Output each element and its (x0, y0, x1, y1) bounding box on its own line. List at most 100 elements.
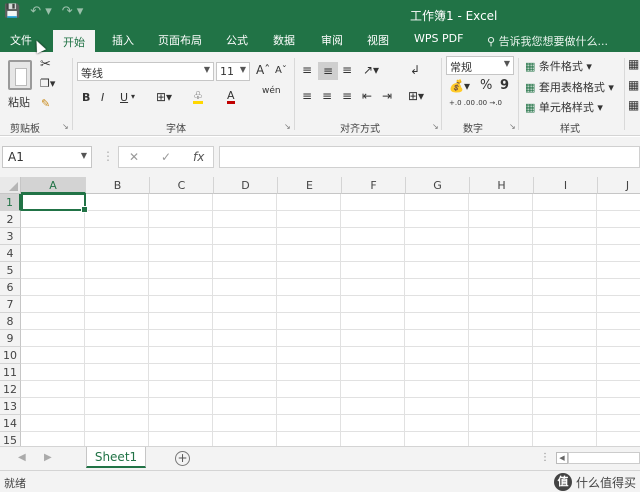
tab-view[interactable]: 视图 (367, 32, 389, 52)
add-sheet-button[interactable]: + (175, 451, 190, 466)
cut-icon[interactable]: ✂ (40, 58, 51, 71)
comma-style-button[interactable]: 9 (500, 79, 509, 92)
column-header[interactable]: B (86, 177, 150, 194)
sheet-tab-sheet1[interactable]: Sheet1 (86, 447, 146, 468)
font-size-select[interactable]: 11 ▼ (216, 62, 250, 81)
row-header[interactable]: 8 (0, 313, 21, 330)
align-bottom-icon[interactable]: ≡ (342, 64, 352, 76)
more-icon: ⋮ (540, 452, 550, 463)
table-icon: ▦ (525, 81, 536, 94)
tab-file[interactable]: 文件 (10, 32, 32, 52)
tab-home[interactable]: 开始 (53, 30, 95, 52)
align-left-icon[interactable]: ≡ (302, 90, 312, 102)
select-all-corner[interactable] (0, 177, 21, 194)
row-header[interactable]: 14 (0, 415, 21, 432)
conditional-formatting-button[interactable]: ▦ 条件格式 ▾ (525, 58, 592, 74)
currency-icon[interactable]: 💰▾ (449, 80, 470, 92)
clipboard-launcher-icon[interactable]: ↘ (62, 122, 69, 131)
chevron-down-icon[interactable]: ▾ (131, 93, 135, 101)
format-as-table-button[interactable]: ▦ 套用表格格式 ▾ (525, 79, 614, 95)
column-header[interactable]: G (406, 177, 470, 194)
delete-cells-icon[interactable]: ▦ (628, 79, 639, 91)
horizontal-scrollbar[interactable] (568, 452, 640, 464)
bold-button[interactable]: B (82, 92, 90, 103)
format-cells-icon[interactable]: ▦ (628, 99, 639, 111)
row-header[interactable]: 5 (0, 262, 21, 279)
orientation-icon[interactable]: ↗▾ (363, 64, 379, 76)
row-header[interactable]: 4 (0, 245, 21, 262)
wrap-text-icon[interactable]: ↲ (410, 64, 420, 76)
column-header[interactable]: H (470, 177, 534, 194)
alignment-launcher-icon[interactable]: ↘ (432, 122, 439, 131)
decrease-decimal-button[interactable]: .00 →.0 (476, 100, 502, 107)
insert-function-icon[interactable]: fx (193, 150, 204, 164)
increase-decimal-button[interactable]: +.0 .00 (449, 100, 475, 107)
paste-button[interactable]: 粘贴 (8, 94, 30, 110)
column-header[interactable]: I (534, 177, 598, 194)
tab-insert[interactable]: 插入 (112, 32, 134, 52)
insert-cells-icon[interactable]: ▦ (628, 58, 639, 70)
save-icon[interactable]: 💾 (4, 4, 20, 19)
cancel-icon[interactable]: ✕ (129, 150, 139, 164)
align-center-icon[interactable]: ≡ (322, 90, 332, 102)
merge-center-icon[interactable]: ⊞▾ (408, 90, 424, 102)
paste-icon[interactable] (8, 60, 32, 90)
font-color-button[interactable]: A (227, 90, 235, 104)
row-header[interactable]: 10 (0, 347, 21, 364)
shrink-font-icon[interactable]: Aˇ (275, 66, 287, 76)
column-header[interactable]: J (598, 177, 640, 194)
fill-color-icon[interactable]: ♧ (193, 90, 203, 104)
tab-formulas[interactable]: 公式 (226, 32, 248, 52)
cell-area[interactable] (21, 194, 640, 446)
font-launcher-icon[interactable]: ↘ (284, 122, 291, 131)
chevron-down-icon: ▼ (239, 65, 246, 74)
tab-data[interactable]: 数据 (273, 32, 295, 52)
phonetic-button[interactable]: wén (262, 87, 281, 96)
column-header[interactable]: D (214, 177, 278, 194)
tab-wps-pdf[interactable]: WPS PDF (414, 32, 463, 52)
row-header[interactable]: 1 (0, 194, 21, 211)
row-header[interactable]: 11 (0, 364, 21, 381)
number-launcher-icon[interactable]: ↘ (509, 122, 516, 131)
undo-icon[interactable]: ↶ ▾ (30, 4, 52, 19)
scroll-sheets-left-icon[interactable]: ◀ (18, 452, 26, 463)
name-box[interactable]: A1 ▼ (2, 146, 92, 168)
scroll-sheets-right-icon[interactable]: ▶ (44, 452, 52, 463)
enter-icon[interactable]: ✓ (161, 150, 171, 164)
align-top-icon[interactable]: ≡ (302, 64, 312, 76)
borders-icon[interactable]: ⊞▾ (156, 91, 172, 103)
formula-input[interactable] (219, 146, 640, 168)
column-header[interactable]: A (21, 177, 86, 194)
row-header[interactable]: 3 (0, 228, 21, 245)
font-name-select[interactable]: 等线 ▼ (77, 62, 214, 81)
align-right-icon[interactable]: ≡ (342, 90, 352, 102)
percent-button[interactable]: % (480, 79, 492, 92)
increase-indent-icon[interactable]: ⇥ (382, 90, 392, 102)
tell-me-box[interactable]: ⚲ 告诉我您想要做什么... (487, 33, 608, 49)
row-header[interactable]: 15 (0, 432, 21, 446)
tab-page-layout[interactable]: 页面布局 (158, 32, 202, 52)
row-header[interactable]: 12 (0, 381, 21, 398)
row-header[interactable]: 2 (0, 211, 21, 228)
row-header[interactable]: 13 (0, 398, 21, 415)
column-header[interactable]: E (278, 177, 342, 194)
decrease-indent-icon[interactable]: ⇤ (362, 90, 372, 102)
copy-icon[interactable]: ❐▾ (40, 78, 55, 89)
italic-button[interactable]: I (101, 92, 104, 103)
format-painter-icon[interactable]: ✎ (41, 98, 50, 109)
column-header[interactable]: C (150, 177, 214, 194)
row-header[interactable]: 7 (0, 296, 21, 313)
name-box-value: A1 (8, 150, 24, 164)
row-header[interactable]: 9 (0, 330, 21, 347)
row-header[interactable]: 6 (0, 279, 21, 296)
tab-review[interactable]: 审阅 (321, 32, 343, 52)
cell-styles-button[interactable]: ▦ 单元格样式 ▾ (525, 99, 603, 115)
underline-button[interactable]: U (120, 92, 128, 103)
scroll-left-arrow-icon[interactable]: ◀ (556, 452, 568, 464)
column-header[interactable]: F (342, 177, 406, 194)
grow-font-icon[interactable]: Aˆ (256, 64, 270, 76)
align-middle-icon[interactable]: ≡ (318, 62, 338, 80)
active-cell-a1[interactable] (21, 193, 88, 213)
redo-icon[interactable]: ↷ ▾ (62, 4, 84, 19)
number-format-select[interactable]: 常规 ▼ (446, 56, 514, 75)
